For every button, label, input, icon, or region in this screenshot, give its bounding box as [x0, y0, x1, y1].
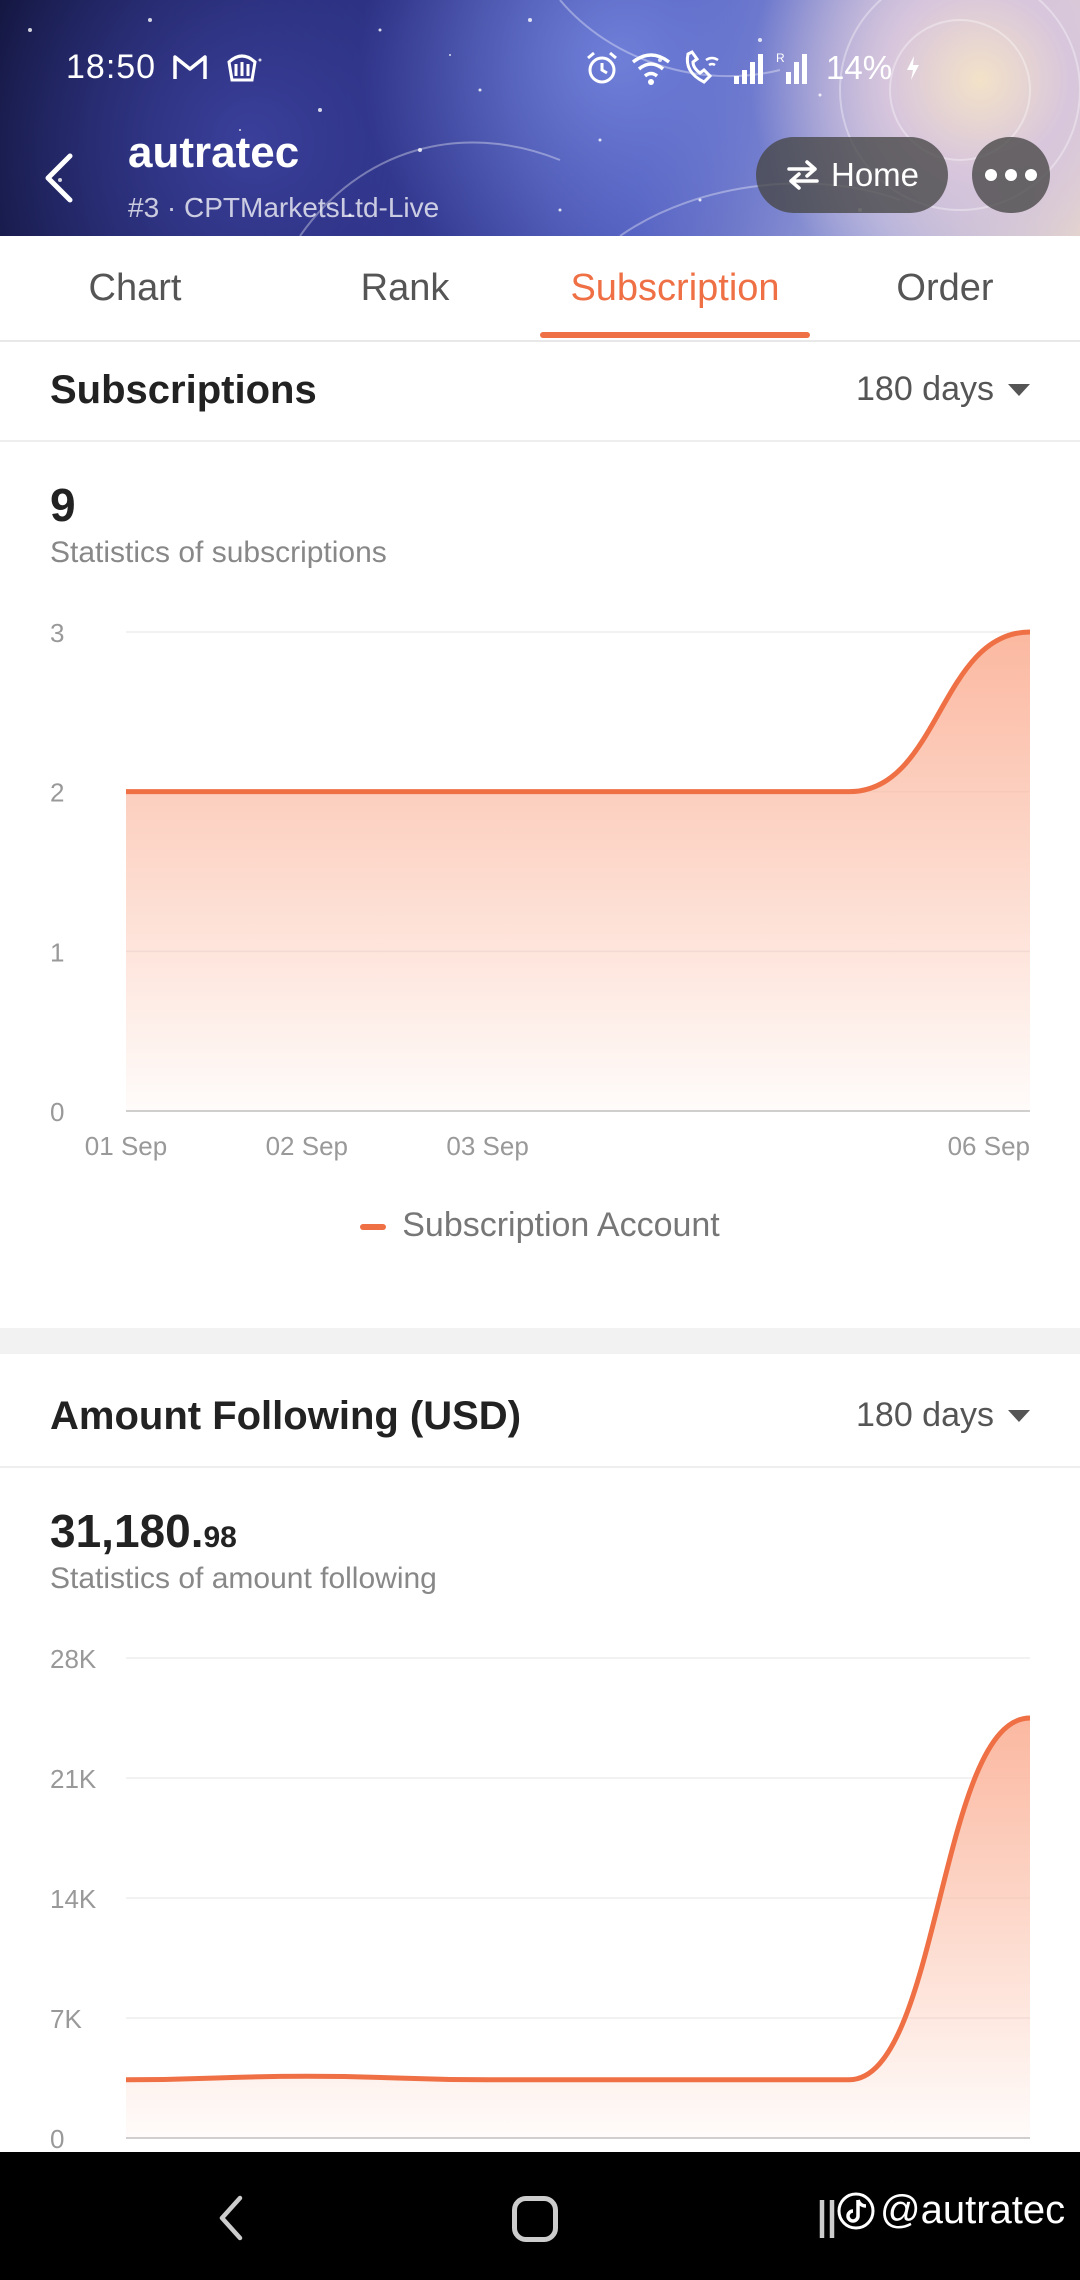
y-tick-label: 28K — [50, 1644, 97, 1674]
y-tick-label: 14K — [50, 1884, 97, 1914]
y-tick-label: 7K — [50, 2004, 82, 2034]
y-tick-label: 0 — [50, 2124, 64, 2152]
watermark: @autratec — [836, 2188, 1065, 2233]
nav-back-icon[interactable] — [216, 2194, 246, 2242]
series-line — [125, 1715, 1031, 2083]
nav-home-icon[interactable] — [512, 2196, 558, 2242]
tiktok-logo-icon — [837, 2192, 875, 2229]
y-tick-label: 21K — [50, 1764, 97, 1794]
amount-following-chart: 0 7K 14K 21K 28K — [50, 1644, 1031, 2152]
system-navigation-bar: @autratec — [0, 2152, 1080, 2280]
watermark-text: @autratec — [880, 2188, 1066, 2232]
